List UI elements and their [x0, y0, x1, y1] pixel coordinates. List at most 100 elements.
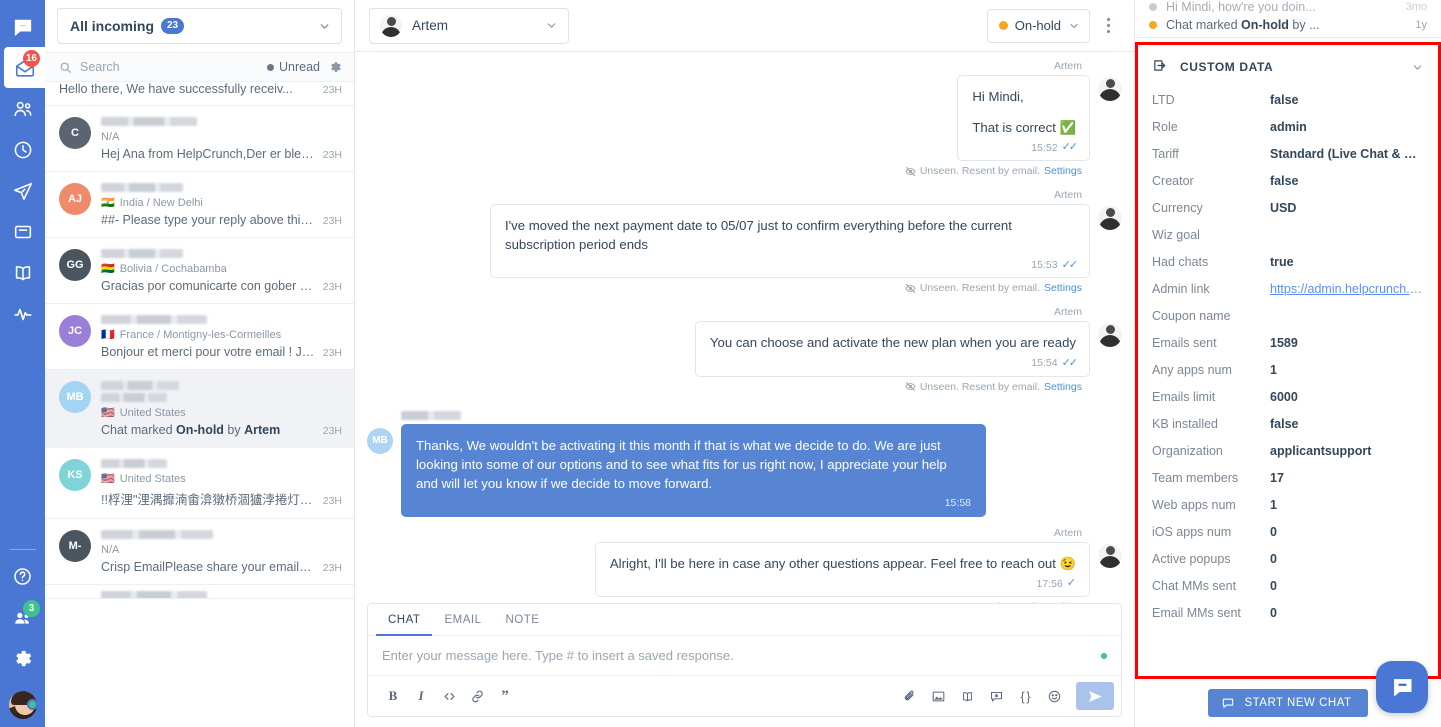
chat-bubble-icon[interactable]	[0, 6, 45, 47]
conversation-time: 23H	[322, 281, 342, 293]
link-icon[interactable]	[464, 683, 490, 709]
message-settings-link[interactable]: Settings	[1044, 282, 1082, 294]
contact-name-redacted	[101, 315, 207, 324]
message-author: Artem	[1053, 306, 1082, 319]
knowledge-book-icon[interactable]	[0, 252, 45, 293]
start-new-chat-button[interactable]: START NEW CHAT	[1208, 689, 1368, 717]
unread-filter-toggle[interactable]: Unread	[267, 60, 320, 74]
eye-off-icon	[905, 381, 916, 392]
emoji-icon[interactable]	[1041, 683, 1067, 709]
table-row: LTD false	[1152, 87, 1424, 114]
history-clock-icon[interactable]	[0, 129, 45, 170]
agent-avatar	[1098, 206, 1122, 231]
chevron-down-icon	[1068, 20, 1080, 32]
conversation-footer: Chat marked On-hold by Artem 23H	[101, 423, 342, 437]
search-input[interactable]	[80, 60, 259, 74]
message-row: I've moved the next payment date to 05/0…	[367, 204, 1122, 279]
status-dot-icon	[998, 21, 1008, 30]
message-author: Artem	[1053, 527, 1082, 540]
sent-check-icon: ✓	[1066, 577, 1076, 590]
message-text: Alright, I'll be here in case any other …	[609, 556, 1076, 572]
message-time: 15:53	[1031, 258, 1058, 271]
table-row: Admin link https://admin.helpcrunch.co...	[1152, 276, 1424, 303]
rail-bottom-group: 3	[0, 539, 45, 727]
conversation-location: N/A	[101, 131, 342, 143]
message-text: Hi Mindi,	[972, 89, 1024, 104]
quote-icon[interactable]: ”	[492, 683, 518, 709]
status-badge[interactable]: On-hold	[986, 8, 1090, 43]
list-item[interactable]: JC 🇫🇷 France / Montigny-les-Cormeilles B…	[45, 304, 354, 370]
message-meta: 15:58	[416, 496, 971, 511]
bold-icon[interactable]: B	[380, 683, 406, 709]
conversation-footer: Hej Ana from HelpCrunch,Der er blevet ..…	[101, 147, 342, 161]
send-paperplane-icon[interactable]	[0, 170, 45, 211]
tab-email[interactable]: EMAIL	[432, 604, 493, 636]
inbox-mail-icon[interactable]: 16	[4, 47, 45, 88]
knowledge-base-icon[interactable]	[954, 683, 980, 709]
conversation-footer: Gracias por comunicarte con gober Sup...…	[101, 279, 342, 293]
list-item[interactable]: KS 🇺🇸 United States !!桴浬"浬湡攠湳畬渰獤桥涸獹浡捲灯漠珂…	[45, 448, 354, 519]
team-members-icon[interactable]: 3	[0, 597, 45, 638]
message-list[interactable]: Artem Hi Mindi, That is correct ✅ 15:52 …	[355, 52, 1134, 603]
conversation-time: 23H	[322, 425, 342, 437]
country-flag-icon: 🇺🇸	[101, 406, 115, 419]
user-avatar[interactable]	[6, 689, 39, 721]
chat-widget-icon[interactable]	[1376, 661, 1428, 713]
list-item[interactable]: AJ 🇮🇳 India / New Delhi ##- Please type …	[45, 172, 354, 238]
agent-avatar	[1098, 77, 1122, 101]
message-bubble: Hi Mindi, That is correct ✅ 15:52 ✓✓	[957, 75, 1090, 162]
custom-data-header[interactable]: CUSTOM DATA	[1138, 45, 1438, 87]
message-time: 15:58	[944, 496, 971, 509]
list-item[interactable]: C N/A Hej Ana from HelpCrunch,Der er ble…	[45, 106, 354, 172]
message-input[interactable]	[382, 648, 1101, 663]
contacts-people-icon[interactable]	[0, 88, 45, 129]
message-row: Hi Mindi, That is correct ✅ 15:52 ✓✓	[367, 75, 1122, 162]
chevron-down-icon[interactable]	[1411, 61, 1424, 74]
conversation-location: 🇺🇸 United States	[101, 407, 342, 419]
italic-icon[interactable]: I	[408, 683, 434, 709]
message-settings-link[interactable]: Settings	[1044, 165, 1082, 177]
avatar: MB	[59, 381, 91, 413]
list-item[interactable]	[45, 585, 354, 599]
table-row: KB installed false	[1152, 411, 1424, 438]
composer-input-row	[368, 636, 1121, 676]
folder-selector[interactable]: All incoming 23	[57, 8, 342, 44]
message-time: 15:52	[1031, 141, 1058, 154]
code-icon[interactable]	[436, 683, 462, 709]
field-value-link[interactable]: https://admin.helpcrunch.co...	[1270, 282, 1424, 296]
conversation-snippet: Crisp EmailPlease share your email id a.…	[101, 560, 315, 574]
message-settings-link[interactable]: Settings	[1044, 381, 1082, 393]
event-item[interactable]: Hi Mindi, how're you doin... 3mo	[1149, 0, 1427, 13]
tab-chat[interactable]: CHAT	[376, 604, 433, 636]
saved-response-icon[interactable]	[983, 683, 1009, 709]
archive-box-icon[interactable]	[0, 211, 45, 252]
list-item-selected[interactable]: MB 🇺🇸 United States Chat marked On-hold …	[45, 370, 354, 448]
location-label: N/A	[101, 544, 120, 556]
settings-gear-icon[interactable]	[0, 638, 45, 679]
field-key: Currency	[1152, 201, 1203, 215]
conversation-list-scroll[interactable]: Hello there, We have successfully receiv…	[45, 82, 354, 727]
country-flag-icon: 🇫🇷	[101, 328, 115, 341]
tab-note[interactable]: NOTE	[493, 604, 551, 636]
location-label: India / New Delhi	[119, 197, 203, 209]
attachment-icon[interactable]	[896, 683, 922, 709]
more-options-icon[interactable]	[1094, 9, 1122, 43]
list-item[interactable]: Hello there, We have successfully receiv…	[45, 82, 354, 106]
conversation-location: 🇧🇴 Bolivia / Cochabamba	[101, 263, 342, 275]
custom-data-title: CUSTOM DATA	[1180, 60, 1274, 74]
list-item[interactable]: GG 🇧🇴 Bolivia / Cochabamba Gracias por c…	[45, 238, 354, 304]
message-status: Unseen. Resent by email. Settings	[367, 381, 1122, 393]
event-item[interactable]: Chat marked On-hold by ... 1y	[1149, 13, 1427, 37]
field-key: Tariff	[1152, 147, 1179, 161]
image-icon[interactable]	[925, 683, 951, 709]
conversation-body: 🇧🇴 Bolivia / Cochabamba Gracias por comu…	[101, 247, 342, 293]
help-question-icon[interactable]	[0, 556, 45, 597]
assignee-selector[interactable]: Artem	[369, 7, 569, 44]
delivered-check-icon: ✓✓	[1061, 356, 1079, 369]
analytics-pulse-icon[interactable]	[0, 293, 45, 334]
location-label: Bolivia / Cochabamba	[119, 263, 227, 275]
list-settings-gear-icon[interactable]	[328, 60, 342, 74]
variable-icon[interactable]: { }	[1012, 683, 1038, 709]
send-button[interactable]	[1076, 682, 1114, 710]
list-item[interactable]: M- N/A Crisp EmailPlease share your emai…	[45, 519, 354, 585]
